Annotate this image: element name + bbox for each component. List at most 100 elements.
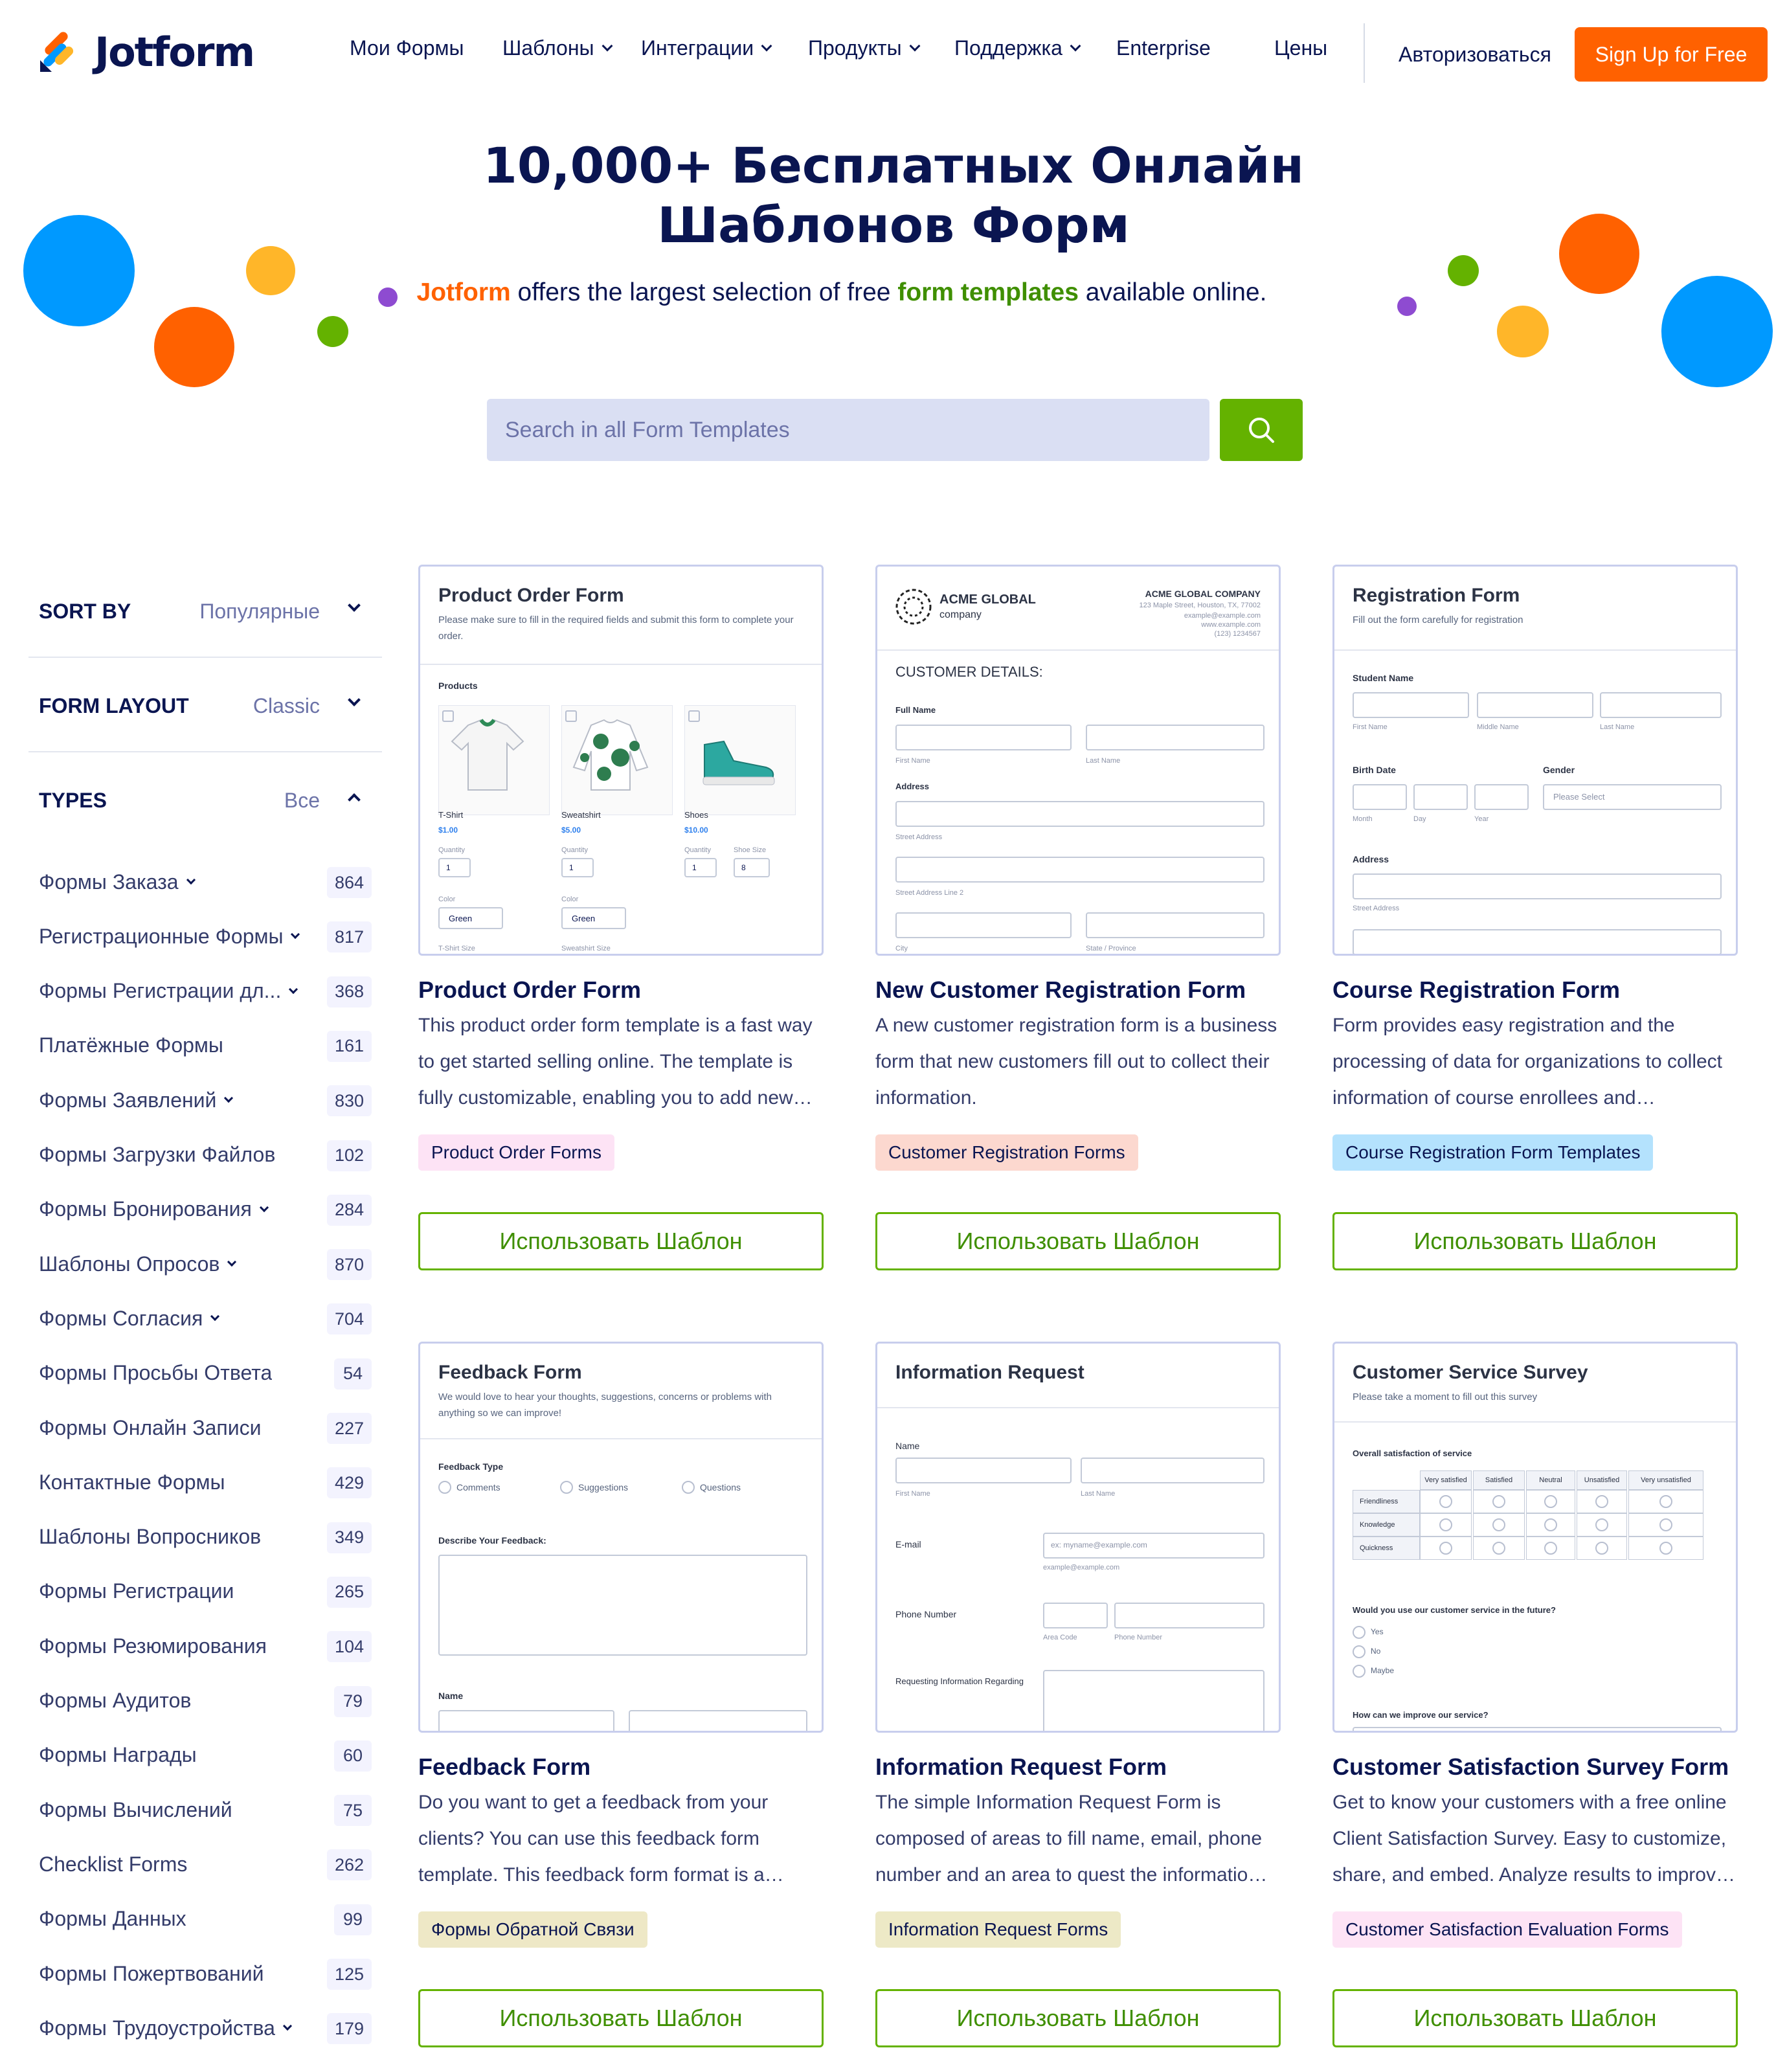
type-filter-count: 161	[326, 1030, 372, 1062]
nav-enterprise[interactable]: Enterprise	[1116, 36, 1211, 60]
nav-integrations[interactable]: Интеграции	[641, 36, 772, 60]
matrix-col-header: Satisfied	[1473, 1470, 1525, 1490]
type-filter-item[interactable]: Формы Пожертвований 125	[39, 1954, 382, 1993]
acme-logo-text: ACME GLOBAL	[939, 592, 1036, 607]
radio-icon	[1544, 1518, 1557, 1531]
type-filter-item[interactable]: Checklist Forms 262	[39, 1845, 382, 1884]
template-title[interactable]: Feedback Form	[418, 1753, 590, 1781]
size-label: T-Shirt Size	[438, 945, 475, 952]
template-category-tag[interactable]: Course Registration Form Templates	[1332, 1134, 1654, 1171]
radio-icon	[1544, 1542, 1557, 1555]
template-title[interactable]: Customer Satisfaction Survey Form	[1332, 1753, 1729, 1781]
thumb-subtitle: Please make sure to fill in the required…	[438, 614, 794, 642]
use-template-button[interactable]: Использовать Шаблон	[875, 1989, 1281, 2047]
template-preview[interactable]: Product Order Form Please make sure to fi…	[418, 565, 824, 956]
signup-button[interactable]: Sign Up for Free	[1575, 27, 1768, 82]
jotform-logo[interactable]: Jotform	[38, 28, 255, 76]
use-template-button[interactable]: Использовать Шаблон	[418, 1989, 824, 2047]
template-title[interactable]: Product Order Form	[418, 976, 641, 1004]
month-select	[1353, 784, 1407, 810]
type-filter-item[interactable]: Контактные Формы 429	[39, 1463, 382, 1502]
thumb-divider	[877, 649, 1279, 651]
first-hint: First Name	[895, 1490, 930, 1498]
template-preview[interactable]: Information Request Name First Name Last Na…	[875, 1342, 1281, 1733]
use-template-button[interactable]: Использовать Шаблон	[1332, 1212, 1738, 1270]
template-category-tag[interactable]: Customer Registration Forms	[875, 1134, 1138, 1171]
type-filter-item[interactable]: Формы Загрузки Файлов 102	[39, 1136, 382, 1175]
use-template-button[interactable]: Использовать Шаблон	[1332, 1989, 1738, 2047]
nav-pricing[interactable]: Цены	[1274, 36, 1327, 60]
company-phone: (123) 1234567	[1214, 630, 1261, 638]
sort-by-label: SORT BY	[39, 600, 131, 623]
sort-by-filter[interactable]: SORT BY Популярные	[28, 563, 382, 658]
thumb-products-label: Products	[438, 681, 478, 691]
type-filter-item[interactable]: Платёжные Формы 161	[39, 1026, 382, 1065]
type-filter-item[interactable]: Формы Регистрации 265	[39, 1572, 382, 1611]
thumb-title: Customer Service Survey	[1353, 1362, 1588, 1383]
type-filter-item[interactable]: Формы Трудоустройства 179	[39, 2009, 382, 2047]
form-layout-filter[interactable]: FORM LAYOUT Classic	[28, 658, 382, 752]
radio-icon	[1439, 1542, 1452, 1555]
template-preview[interactable]: Feedback Form We would love to hear your …	[418, 1342, 824, 1733]
checkbox-icon	[442, 710, 454, 722]
radio-icon	[1439, 1495, 1452, 1508]
nav-products[interactable]: Продукты	[808, 36, 921, 60]
type-filter-item[interactable]: Шаблоны Вопросников 349	[39, 1518, 382, 1557]
type-filter-item[interactable]: Формы Награды 60	[39, 1736, 382, 1775]
template-preview[interactable]: Customer Service Survey Please take a mom…	[1332, 1342, 1738, 1733]
template-title[interactable]: New Customer Registration Form	[875, 976, 1246, 1004]
nav-support[interactable]: Поддержка	[954, 36, 1081, 60]
thumb-divider	[1334, 1421, 1736, 1423]
template-title[interactable]: Course Registration Form	[1332, 976, 1620, 1004]
template-description: This product order form template is a fa…	[418, 1015, 813, 1109]
option-yes: Yes	[1371, 1627, 1384, 1636]
use-template-button[interactable]: Использовать Шаблон	[875, 1212, 1281, 1270]
radio-icon	[682, 1481, 695, 1494]
template-category-tag[interactable]: Product Order Forms	[418, 1134, 614, 1171]
last-field	[1081, 1458, 1264, 1483]
area-hint: Area Code	[1043, 1634, 1077, 1641]
type-filter-count: 227	[326, 1413, 372, 1444]
type-filter-item[interactable]: Формы Заказа 864	[39, 862, 382, 901]
radio-icon	[1659, 1495, 1672, 1508]
type-filter-item[interactable]: Шаблоны Опросов 870	[39, 1244, 382, 1283]
qty-select: 1	[561, 858, 594, 877]
type-filter-item[interactable]: Формы Вычислений 75	[39, 1790, 382, 1829]
type-filter-item[interactable]: Формы Резюмирования 104	[39, 1627, 382, 1665]
type-filter-item[interactable]: Формы Бронирования 284	[39, 1190, 382, 1229]
matrix-col-header: Very unsatisfied	[1628, 1470, 1703, 1490]
template-preview[interactable]: ACME GLOBAL company ACME GLOBAL COMPANY 123…	[875, 565, 1281, 956]
type-filter-item[interactable]: Формы Просьбы Ответа 54	[39, 1354, 382, 1393]
type-filter-item[interactable]: Регистрационные Формы 817	[39, 917, 382, 956]
type-filter-count: 179	[326, 2013, 372, 2045]
template-category-tag[interactable]: Формы Обратной Связи	[418, 1911, 647, 1948]
decor-dot	[23, 215, 135, 326]
product-price: $5.00	[561, 826, 581, 835]
nav-templates[interactable]: Шаблоны	[502, 36, 613, 60]
company-email: example@example.com	[1184, 612, 1261, 620]
type-filter-item[interactable]: Формы Данных 99	[39, 1900, 382, 1939]
template-title[interactable]: Information Request Form	[875, 1753, 1167, 1781]
login-link[interactable]: Авторизоваться	[1399, 43, 1551, 67]
type-filter-count: 265	[326, 1576, 372, 1608]
form-templates-link[interactable]: form templates	[897, 278, 1079, 306]
type-filter-item[interactable]: Формы Заявлений 830	[39, 1081, 382, 1120]
types-filter[interactable]: TYPES Все	[28, 752, 382, 817]
type-filter-item[interactable]: Формы Аудитов 79	[39, 1682, 382, 1720]
state-hint: State / Province	[1086, 945, 1136, 952]
search-button[interactable]	[1220, 399, 1303, 461]
type-filter-item[interactable]: Формы Регистрации дл... 368	[39, 972, 382, 1011]
type-filter-item[interactable]: Формы Согласия 704	[39, 1299, 382, 1338]
use-template-button[interactable]: Использовать Шаблон	[418, 1212, 824, 1270]
overall-label: Overall satisfaction of service	[1353, 1448, 1472, 1458]
template-preview[interactable]: Registration Form Fill out the form caref…	[1332, 565, 1738, 956]
type-filter-label: Платёжные Формы	[39, 1033, 223, 1057]
template-category-tag[interactable]: Information Request Forms	[875, 1911, 1121, 1948]
template-search-input[interactable]	[487, 399, 1209, 461]
type-filter-item[interactable]: Формы Онлайн Записи 227	[39, 1408, 382, 1447]
feedback-type-label: Feedback Type	[438, 1461, 504, 1472]
type-filter-count: 102	[326, 1140, 372, 1171]
nav-my-forms[interactable]: Мои Формы	[350, 36, 464, 60]
first-name-field	[438, 1710, 614, 1731]
template-category-tag[interactable]: Customer Satisfaction Evaluation Forms	[1332, 1911, 1682, 1948]
